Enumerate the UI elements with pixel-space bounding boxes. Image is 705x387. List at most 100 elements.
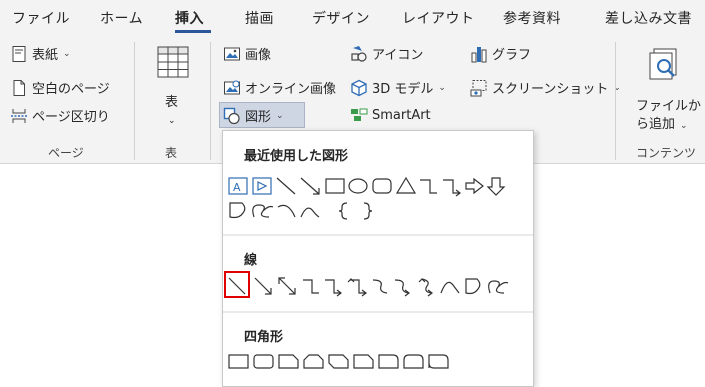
scribble-shape-icon[interactable] bbox=[488, 280, 509, 294]
selected-shape-highlight bbox=[224, 271, 250, 298]
right-brace-shape-icon[interactable] bbox=[363, 202, 373, 220]
elbow-arrow-connector-shape-icon[interactable] bbox=[325, 279, 342, 297]
tab-design[interactable]: デザイン bbox=[312, 8, 370, 28]
line-shape-icon[interactable] bbox=[276, 177, 296, 195]
table-label: 表 bbox=[165, 95, 179, 110]
curved-connector-shape-icon[interactable] bbox=[372, 279, 388, 294]
page-break-icon bbox=[10, 107, 28, 125]
chevron-down-icon: ⌄ bbox=[63, 48, 71, 59]
down-arrow-shape-icon[interactable] bbox=[486, 177, 506, 196]
chevron-down-icon: ⌄ bbox=[168, 116, 176, 126]
lines-heading: 線 bbox=[244, 253, 258, 268]
cover-page-button[interactable]: 表紙 ⌄ bbox=[10, 44, 71, 63]
content-group-label: コンテンツ bbox=[636, 146, 697, 160]
tab-draw[interactable]: 描画 bbox=[245, 8, 274, 28]
svg-text:A: A bbox=[233, 181, 241, 194]
blank-page-label: 空白のページ bbox=[32, 82, 110, 97]
tab-mailings[interactable]: 差し込み文書 bbox=[605, 8, 692, 28]
group-divider bbox=[615, 42, 616, 160]
3d-models-button[interactable]: 3D モデル ⌄ bbox=[350, 78, 446, 97]
screenshot-button[interactable]: スクリーンショット ⌄ bbox=[470, 78, 621, 97]
curve-shape-icon[interactable] bbox=[300, 207, 320, 218]
triangle-shape-icon[interactable] bbox=[395, 176, 417, 194]
picture-label: 画像 bbox=[245, 48, 272, 63]
double-arrow-line-shape-icon[interactable] bbox=[278, 277, 296, 295]
active-tab-indicator bbox=[175, 30, 211, 33]
rectangle-shape-icon[interactable] bbox=[228, 354, 249, 369]
round-diagonal-rectangle-shape-icon[interactable] bbox=[428, 354, 449, 369]
oval-shape-icon[interactable] bbox=[348, 178, 368, 194]
chevron-down-icon: ⌄ bbox=[276, 110, 284, 121]
elbow-arrow-connector-shape-icon[interactable] bbox=[443, 179, 461, 197]
online-picture-label: オンライン画像 bbox=[245, 82, 337, 97]
blank-page-icon bbox=[10, 79, 28, 97]
chart-label: グラフ bbox=[492, 48, 532, 63]
group-divider bbox=[210, 42, 211, 160]
add-from-file-label-line1: ファイルか bbox=[636, 99, 702, 114]
icons-icon bbox=[350, 45, 368, 63]
tab-layout[interactable]: レイアウト bbox=[402, 8, 475, 28]
page-break-button[interactable]: ページ区切り bbox=[10, 106, 110, 125]
add-from-file-label-line2-wrap: ら追加 ⌄ bbox=[636, 116, 688, 135]
snip-round-rectangle-shape-icon[interactable] bbox=[353, 354, 374, 369]
blank-page-button[interactable]: 空白のページ bbox=[10, 78, 110, 97]
tab-file[interactable]: ファイル bbox=[12, 8, 70, 28]
rectangle-shape-icon[interactable] bbox=[325, 178, 345, 194]
online-picture-icon bbox=[223, 79, 241, 97]
curved-arrow-connector-shape-icon[interactable] bbox=[394, 279, 410, 297]
snip-same-side-rectangle-shape-icon[interactable] bbox=[303, 354, 324, 369]
curve-shape-icon[interactable] bbox=[440, 281, 460, 294]
table-button[interactable]: 表 ⌄ bbox=[155, 44, 191, 126]
right-arrow-shape-icon[interactable] bbox=[465, 177, 484, 195]
shapes-button[interactable]: 図形 ⌄ bbox=[223, 106, 284, 125]
group-divider bbox=[134, 42, 135, 160]
vertical-text-box-icon[interactable] bbox=[252, 177, 272, 195]
shapes-icon bbox=[223, 107, 241, 125]
snip-corner-rectangle-shape-icon[interactable] bbox=[278, 354, 299, 369]
round-single-corner-rectangle-shape-icon[interactable] bbox=[378, 354, 399, 369]
shapes-gallery-panel: 最近使用した図形 A 線 四角形 bbox=[222, 130, 534, 387]
smartart-label: SmartArt bbox=[372, 107, 431, 123]
freeform-shape-icon[interactable] bbox=[465, 278, 481, 295]
add-from-file-button[interactable]: ファイルか ら追加 ⌄ bbox=[628, 44, 702, 136]
text-box-icon[interactable]: A bbox=[228, 177, 248, 195]
table-group-label: 表 bbox=[165, 146, 178, 160]
tab-home[interactable]: ホーム bbox=[100, 8, 143, 28]
screenshot-label: スクリーンショット bbox=[492, 82, 609, 97]
left-brace-shape-icon[interactable] bbox=[338, 202, 348, 220]
arc-shape-icon[interactable] bbox=[277, 204, 296, 218]
chart-icon bbox=[470, 45, 488, 63]
pages-group-label: ページ bbox=[48, 146, 84, 160]
smartart-button[interactable]: SmartArt bbox=[350, 106, 431, 124]
ribbon-tab-bar: ファイル ホーム 挿入 描画 デザイン レイアウト 参考資料 差し込み文書 bbox=[0, 0, 705, 36]
shapes-gallery-canvas: A bbox=[223, 176, 533, 369]
3d-models-label: 3D モデル bbox=[372, 82, 434, 97]
picture-icon bbox=[223, 45, 241, 63]
cube-icon bbox=[350, 79, 368, 97]
snip-diagonal-rectangle-shape-icon[interactable] bbox=[328, 354, 349, 369]
tab-insert[interactable]: 挿入 bbox=[175, 8, 204, 28]
freeform-shape-icon[interactable] bbox=[229, 202, 246, 219]
smartart-icon bbox=[350, 106, 368, 124]
chart-button[interactable]: グラフ bbox=[470, 44, 531, 63]
round-same-side-rectangle-shape-icon[interactable] bbox=[403, 354, 424, 369]
elbow-double-arrow-connector-shape-icon[interactable] bbox=[347, 278, 367, 297]
elbow-connector-shape-icon[interactable] bbox=[420, 179, 437, 194]
add-from-file-label-line2: ら追加 bbox=[636, 117, 676, 132]
rounded-rectangle-shape-icon[interactable] bbox=[372, 178, 392, 194]
arrow-line-shape-icon[interactable] bbox=[300, 177, 320, 195]
cover-page-icon bbox=[10, 45, 28, 63]
picture-button[interactable]: 画像 bbox=[223, 44, 271, 63]
icons-label: アイコン bbox=[372, 48, 424, 63]
tab-references[interactable]: 参考資料 bbox=[503, 8, 561, 28]
scribble-shape-icon[interactable] bbox=[252, 204, 274, 218]
rectangles-heading: 四角形 bbox=[244, 330, 284, 345]
page-break-label: ページ区切り bbox=[32, 110, 110, 125]
arrow-line-shape-icon[interactable] bbox=[254, 277, 272, 295]
screenshot-icon bbox=[470, 79, 488, 97]
rounded-rectangle-shape-icon[interactable] bbox=[253, 354, 274, 369]
icons-button[interactable]: アイコン bbox=[350, 44, 423, 63]
online-picture-button[interactable]: オンライン画像 bbox=[223, 78, 336, 97]
curved-double-arrow-connector-shape-icon[interactable] bbox=[418, 278, 433, 297]
elbow-connector-shape-icon[interactable] bbox=[303, 279, 319, 294]
